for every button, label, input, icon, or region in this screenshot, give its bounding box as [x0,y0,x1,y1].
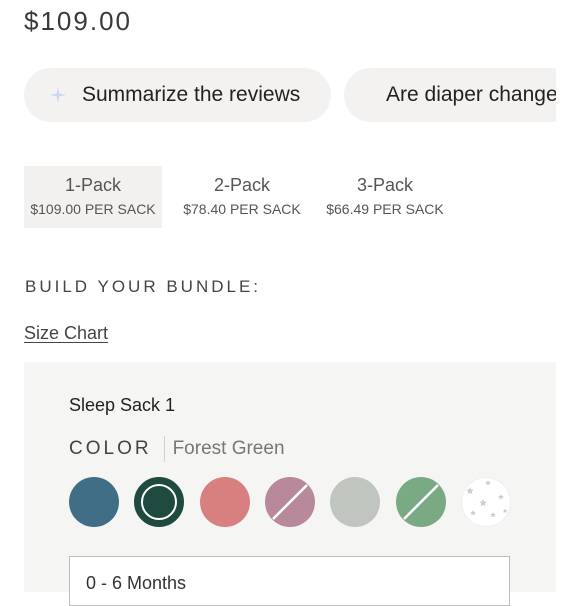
sparkle-icon [50,87,66,103]
product-price: $109.00 [24,6,132,36]
unavailable-slash-icon [272,484,308,520]
color-label: COLOR [69,438,152,459]
unavailable-slash-icon [403,484,439,520]
pack-option-2[interactable]: 2-Pack $78.40 PER SACK [170,166,314,228]
color-swatch-mauve[interactable] [265,477,315,527]
color-swatch-sage-grey[interactable] [330,477,380,527]
color-swatch-rose[interactable] [200,477,250,527]
size-select[interactable]: 0 - 6 Months [69,556,510,606]
size-chart-link[interactable]: Size Chart [24,323,108,344]
sleep-sack-panel: Sleep Sack 1 COLOR Forest Green 0 - 6 Mo… [24,362,556,606]
color-swatch-stars[interactable] [461,477,511,527]
pack-price: $78.40 PER SACK [183,201,301,217]
color-swatch-forest-green[interactable] [134,477,184,527]
pack-label: 3-Pack [356,175,414,195]
stars-pattern-icon [466,480,508,518]
suggestion-diaper-changes[interactable]: Are diaper changes easy? [344,68,556,122]
pack-option-3[interactable]: 3-Pack $66.49 PER SACK [318,166,452,228]
suggestion-label: Are diaper changes easy? [386,83,556,106]
pack-label: 2-Pack [213,175,271,195]
suggestion-summarize-reviews[interactable]: Summarize the reviews [24,68,331,122]
pack-price: $109.00 PER SACK [30,201,156,217]
suggestion-label: Summarize the reviews [82,83,301,106]
pack-label: 1-Pack [64,175,122,195]
bundle-heading: BUILD YOUR BUNDLE: [25,277,262,296]
pack-option-1[interactable]: 1-Pack $109.00 PER SACK [24,166,162,228]
color-swatch-slate-blue[interactable] [69,477,119,527]
divider [163,436,165,462]
pack-price: $66.49 PER SACK [326,201,444,217]
color-swatch-sage-green[interactable] [396,477,446,527]
sack-title: Sleep Sack 1 [69,395,176,415]
color-row: COLOR Forest Green [69,436,285,462]
suggestion-row: Summarize the reviews Are diaper changes… [24,68,556,122]
color-value: Forest Green [172,438,285,459]
